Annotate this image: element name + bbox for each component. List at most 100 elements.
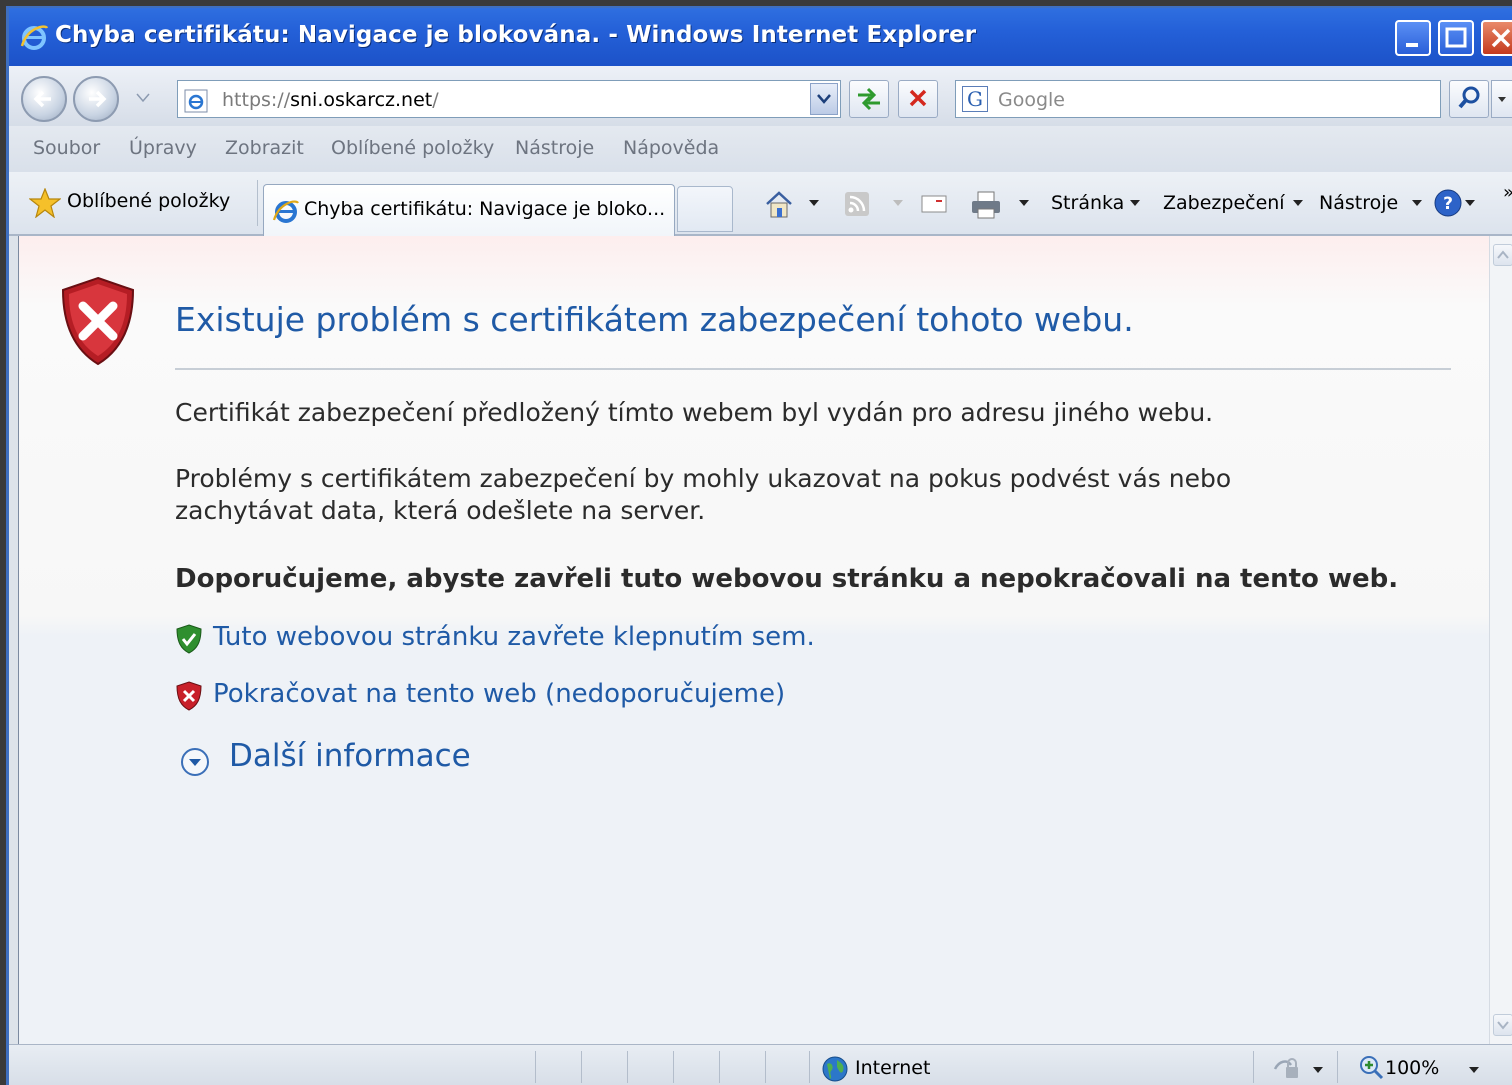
divider xyxy=(257,180,258,226)
recommendation: Doporučujeme, abyste zavřeli tuto webovo… xyxy=(175,564,1399,594)
forward-button[interactable] xyxy=(73,76,119,122)
status-divider xyxy=(1253,1051,1254,1083)
chevron-down-icon xyxy=(1498,97,1506,102)
search-input[interactable]: G Google xyxy=(955,80,1441,118)
chevron-down-icon xyxy=(1497,1021,1509,1030)
tab-label: Chyba certifikátu: Navigace je bloko... xyxy=(304,198,666,220)
menu-zobrazit[interactable]: Zobrazit xyxy=(225,137,304,159)
help-dropdown-icon[interactable] xyxy=(1465,200,1475,206)
error-page: Existuje problém s certifikátem zabezpeč… xyxy=(18,236,1490,1044)
close-page-link-text[interactable]: Tuto webovou stránku zavřete klepnutím s… xyxy=(213,622,815,652)
minimize-button[interactable] xyxy=(1395,20,1431,56)
status-divider xyxy=(719,1051,720,1083)
tab-active[interactable]: Chyba certifikátu: Navigace je bloko... xyxy=(263,184,675,236)
menu-upravy[interactable]: Úpravy xyxy=(129,137,197,159)
status-divider xyxy=(673,1051,674,1083)
tools-dropdown-icon[interactable] xyxy=(1412,200,1422,206)
print-dropdown-icon[interactable] xyxy=(1019,200,1029,206)
new-tab-button[interactable] xyxy=(677,186,733,232)
rss-feed-icon[interactable] xyxy=(843,190,871,218)
address-url: https://sni.oskarcz.net/ xyxy=(222,89,439,111)
stop-icon xyxy=(909,89,927,107)
feed-dropdown-icon xyxy=(893,200,903,206)
forward-arrow-icon xyxy=(89,90,107,108)
status-divider xyxy=(535,1051,536,1083)
title-divider xyxy=(175,368,1451,370)
google-icon: G xyxy=(962,86,988,112)
zoom-icon[interactable] xyxy=(1359,1055,1385,1081)
status-divider xyxy=(809,1051,810,1083)
refresh-icon xyxy=(858,87,880,111)
tools-menu[interactable]: Nástroje xyxy=(1319,192,1398,214)
security-dropdown-icon[interactable] xyxy=(1293,200,1303,206)
back-arrow-icon xyxy=(33,90,51,108)
more-info-label[interactable]: Další informace xyxy=(229,738,471,774)
security-menu[interactable]: Zabezpečení xyxy=(1163,192,1285,214)
status-divider xyxy=(1337,1051,1338,1083)
green-shield-check-icon xyxy=(176,624,202,654)
page-ie-icon xyxy=(184,89,208,113)
search-placeholder: Google xyxy=(998,89,1066,111)
ie-logo-icon xyxy=(20,25,49,50)
ie-logo-icon xyxy=(272,200,299,223)
ie-window: Chyba certifikátu: Navigace je blokována… xyxy=(6,6,1512,1085)
favorites-label: Oblíbené položky xyxy=(67,190,231,212)
chevron-down-icon xyxy=(817,94,831,104)
minimize-icon xyxy=(1406,43,1418,47)
red-shield-x-icon xyxy=(61,276,135,366)
status-divider xyxy=(581,1051,582,1083)
address-bar-row: https://sni.oskarcz.net/ G Google xyxy=(9,66,1512,127)
home-dropdown-icon[interactable] xyxy=(809,200,819,206)
mail-icon[interactable] xyxy=(919,190,949,218)
protected-mode-dropdown-icon[interactable] xyxy=(1313,1067,1323,1073)
zoom-dropdown-icon[interactable] xyxy=(1469,1067,1479,1073)
address-input[interactable]: https://sni.oskarcz.net/ xyxy=(177,80,841,118)
close-icon xyxy=(1491,28,1511,48)
menu-soubor[interactable]: Soubor xyxy=(33,137,100,159)
continue-link-text[interactable]: Pokračovat na tento web (nedoporučujeme) xyxy=(213,679,785,709)
paragraph-2-line-2: zachytávat data, která odešlete na serve… xyxy=(175,496,706,525)
maximize-button[interactable] xyxy=(1438,20,1474,56)
page-menu[interactable]: Stránka xyxy=(1051,192,1124,214)
red-shield-x-icon xyxy=(176,681,202,711)
paragraph-2-line-1: Problémy s certifikátem zabezpečení by m… xyxy=(175,464,1232,493)
title-bar: Chyba certifikátu: Navigace je blokována… xyxy=(9,8,1512,66)
help-icon[interactable]: ? xyxy=(1433,188,1463,218)
status-divider xyxy=(627,1051,628,1083)
status-divider xyxy=(765,1051,766,1083)
chevron-up-icon xyxy=(1497,250,1509,259)
vertical-scrollbar[interactable] xyxy=(1489,236,1512,1044)
search-icon xyxy=(1458,86,1480,109)
more-commands-chevron[interactable]: » xyxy=(1503,182,1512,203)
history-dropdown-icon[interactable] xyxy=(135,92,151,104)
status-bar: Internet 100% xyxy=(9,1044,1512,1085)
home-icon[interactable] xyxy=(763,190,795,220)
page-dropdown-icon[interactable] xyxy=(1130,200,1140,206)
close-window-button[interactable] xyxy=(1481,20,1512,56)
expand-circle-icon xyxy=(181,748,209,776)
security-zone-label: Internet xyxy=(855,1057,931,1079)
maximize-icon xyxy=(1445,27,1467,48)
zoom-level[interactable]: 100% xyxy=(1385,1057,1439,1079)
window-title: Chyba certifikátu: Navigace je blokována… xyxy=(55,22,977,48)
star-icon xyxy=(29,188,61,218)
print-icon[interactable] xyxy=(969,190,1003,220)
svg-text:?: ? xyxy=(1443,194,1453,214)
menu-napoveda[interactable]: Nápověda xyxy=(623,137,719,159)
refresh-button[interactable] xyxy=(849,80,889,118)
scroll-down-button[interactable] xyxy=(1493,1014,1512,1036)
menu-bar: Soubor Úpravy Zobrazit Oblíbené položky … xyxy=(9,126,1512,173)
address-dropdown-button[interactable] xyxy=(810,83,838,115)
search-options-button[interactable] xyxy=(1491,80,1512,118)
tab-command-bar: Oblíbené položky Chyba certifikátu: Navi… xyxy=(9,172,1512,236)
menu-nastroje[interactable]: Nástroje xyxy=(515,137,594,159)
stop-button[interactable] xyxy=(898,80,938,118)
back-button[interactable] xyxy=(21,76,67,122)
menu-oblibene[interactable]: Oblíbené položky xyxy=(331,137,494,159)
protected-mode-icon[interactable] xyxy=(1273,1055,1303,1081)
paragraph-1: Certifikát zabezpečení předložený tímto … xyxy=(175,398,1214,427)
search-button[interactable] xyxy=(1449,80,1489,118)
page-title: Existuje problém s certifikátem zabezpeč… xyxy=(175,300,1134,339)
globe-icon xyxy=(822,1056,848,1082)
scroll-up-button[interactable] xyxy=(1493,244,1512,266)
